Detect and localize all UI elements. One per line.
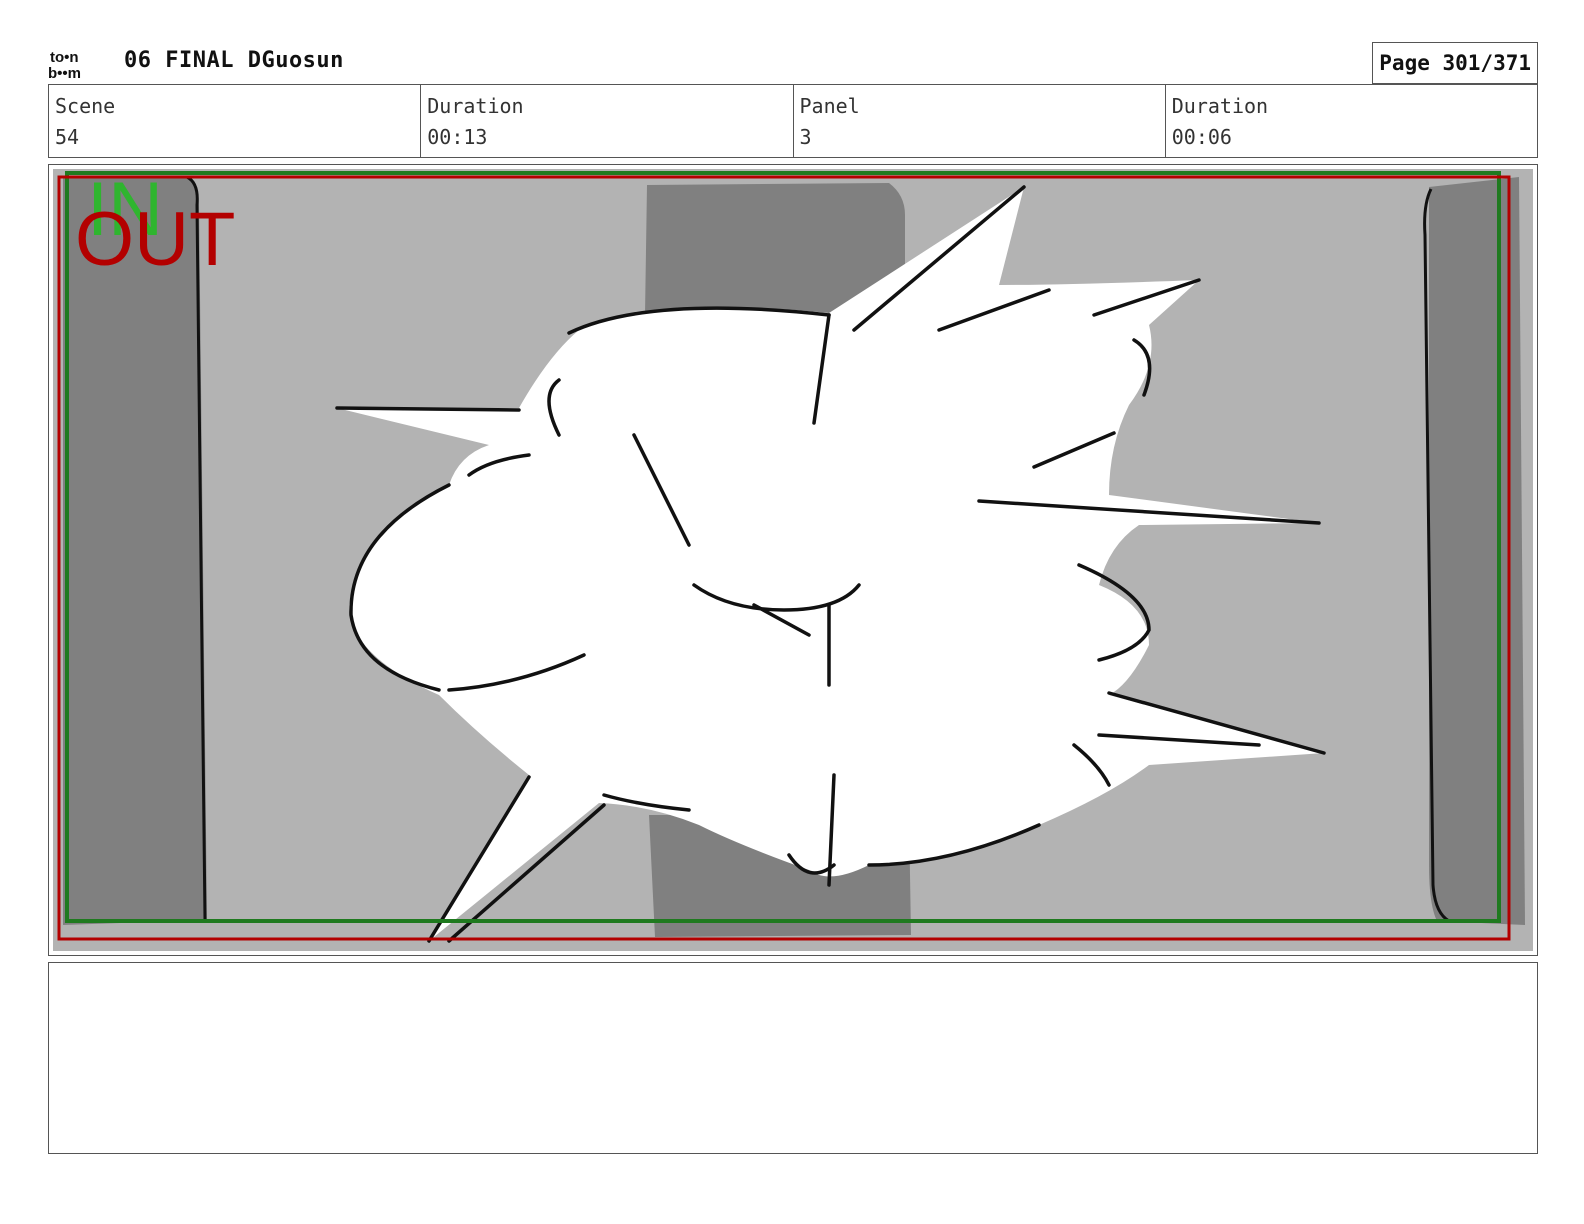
scene-duration-label: Duration xyxy=(427,94,524,118)
storyboard-panel: IN OUT xyxy=(48,164,1538,956)
panel-duration-cell: Duration 00:06 xyxy=(1166,85,1537,157)
page-counter: Page 301/371 xyxy=(1372,42,1538,84)
panel-value: 3 xyxy=(799,125,812,149)
out-marker: OUT xyxy=(75,197,235,282)
logo-text-bottom: b••m xyxy=(48,65,81,80)
scene-cell: Scene 54 xyxy=(49,85,422,157)
right-pillar xyxy=(1429,177,1525,925)
scene-duration-value: 00:13 xyxy=(427,125,488,149)
storyboard-header: to•n b••m 06 FINAL DGuosun Page 301/371 xyxy=(48,42,1538,84)
panel-duration-value: 00:06 xyxy=(1171,125,1232,149)
left-pillar xyxy=(63,177,207,925)
scene-duration-cell: Duration 00:13 xyxy=(421,85,794,157)
scene-label: Scene xyxy=(55,94,116,118)
scene-value: 54 xyxy=(55,125,80,149)
document-title: 06 FINAL DGuosun xyxy=(124,48,344,73)
logo-text-top: to•n xyxy=(50,49,79,66)
panel-label: Panel xyxy=(799,94,860,118)
panel-info-table: Scene 54 Duration 00:13 Panel 3 Duration… xyxy=(48,84,1538,158)
toonboom-logo: to•n b••m xyxy=(48,49,81,80)
panel-cell: Panel 3 xyxy=(794,85,1166,157)
panel-caption-box[interactable] xyxy=(48,962,1538,1154)
panel-duration-label: Duration xyxy=(1171,94,1269,118)
panel-drawing: IN OUT xyxy=(53,167,1533,951)
